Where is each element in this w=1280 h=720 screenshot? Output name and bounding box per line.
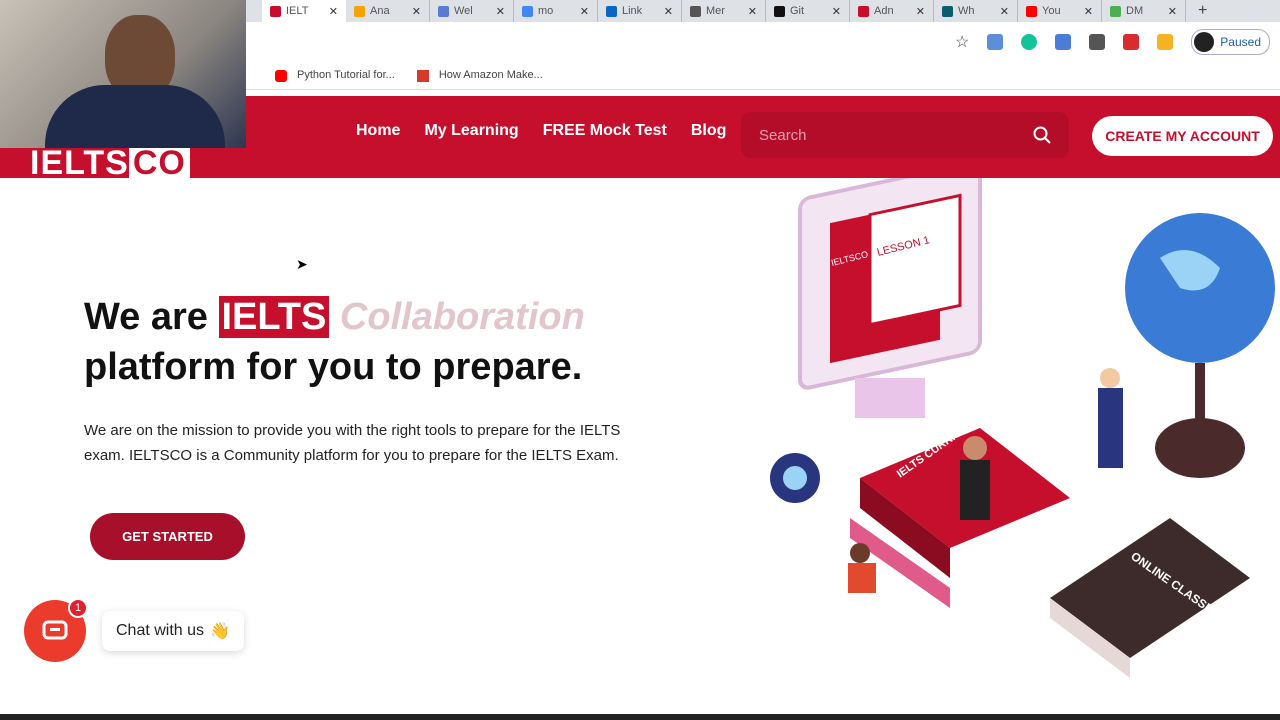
- grammarly-icon[interactable]: [1021, 34, 1038, 50]
- tab-label: IELT: [286, 5, 309, 17]
- tab-label: Link: [622, 5, 643, 17]
- bookmark-item[interactable]: Python Tutorial for...: [275, 69, 395, 82]
- tab-favicon-icon: [606, 5, 617, 17]
- browser-tab[interactable]: Link ✕: [598, 0, 682, 22]
- bell-icon[interactable]: [1157, 34, 1174, 50]
- bookmark-favicon-icon: [416, 69, 429, 82]
- hero-description: We are on the mission to provide you wit…: [84, 422, 621, 464]
- browser-tab[interactable]: Mer ✕: [682, 0, 766, 22]
- new-tab-button[interactable]: +: [1198, 2, 1207, 20]
- youtube-icon: [275, 69, 287, 82]
- get-started-button[interactable]: GET STARTED: [90, 513, 245, 560]
- bookmark-label: How Amazon Make...: [438, 69, 543, 82]
- chat-icon: [42, 620, 68, 640]
- tab-favicon-icon: [774, 5, 785, 17]
- heading-prefix: We are: [84, 296, 208, 338]
- close-tab-icon[interactable]: ✕: [496, 5, 505, 18]
- browser-tab[interactable]: Wh ✕: [934, 0, 1018, 22]
- mouse-cursor-icon: ➤: [296, 256, 308, 272]
- tab-favicon-icon: [270, 5, 281, 17]
- star-icon[interactable]: ☆: [955, 32, 969, 52]
- tab-label: Wh: [958, 5, 975, 17]
- close-tab-icon[interactable]: ✕: [748, 5, 757, 18]
- profile-status: Paused: [1220, 35, 1261, 49]
- chat-label[interactable]: Chat with us 👋: [102, 611, 244, 651]
- close-tab-icon[interactable]: ✕: [1000, 5, 1009, 18]
- bookmark-item[interactable]: How Amazon Make...: [416, 69, 543, 82]
- heading-line2: platform for you to prepare.: [84, 346, 583, 388]
- heading-typing-word: Collaboration: [339, 296, 585, 338]
- close-tab-icon[interactable]: ✕: [664, 5, 673, 18]
- browser-tab[interactable]: You ✕: [1018, 0, 1102, 22]
- create-account-button[interactable]: CREATE MY ACCOUNT: [1092, 116, 1273, 156]
- nav-home[interactable]: Home: [356, 122, 400, 140]
- tab-favicon-icon: [438, 5, 449, 17]
- wave-icon: 👋: [210, 623, 230, 640]
- browser-tab[interactable]: Git ✕: [766, 0, 850, 22]
- tab-label: Ana: [370, 5, 390, 17]
- tab-favicon-icon: [942, 5, 953, 17]
- taskbar-edge: [0, 714, 1280, 720]
- bookmark-label: Python Tutorial for...: [297, 69, 395, 82]
- heading-highlight: IELTS: [218, 296, 330, 338]
- tab-label: Mer: [706, 5, 725, 17]
- search-input[interactable]: [759, 126, 1019, 144]
- nav-blog[interactable]: Blog: [691, 122, 727, 140]
- tab-label: Git: [790, 5, 805, 17]
- close-tab-icon[interactable]: ✕: [580, 5, 589, 18]
- tab-favicon-icon: [354, 5, 365, 17]
- browser-tab[interactable]: mo ✕: [514, 0, 598, 22]
- search-box: [741, 112, 1069, 158]
- tab-label: mo: [538, 5, 554, 17]
- nav-my-learning[interactable]: My Learning: [424, 122, 518, 140]
- nav-free-mock-test[interactable]: FREE Mock Test: [543, 122, 667, 140]
- code-extension-icon[interactable]: [1055, 34, 1072, 50]
- browser-tab[interactable]: Ana ✕: [346, 0, 430, 22]
- tab-label: DM: [1126, 5, 1144, 17]
- close-tab-icon[interactable]: ✕: [1084, 5, 1093, 18]
- profile-button[interactable]: Paused: [1191, 29, 1270, 55]
- avatar: [1194, 32, 1215, 52]
- tab-label: Wel: [454, 5, 473, 17]
- tab-label: Adn: [874, 5, 894, 17]
- tab-favicon-icon: [858, 5, 869, 17]
- tab-favicon-icon: [1110, 5, 1121, 17]
- close-tab-icon[interactable]: ✕: [412, 5, 421, 18]
- close-tab-icon[interactable]: ✕: [1168, 5, 1177, 18]
- extension-icon[interactable]: [987, 34, 1004, 50]
- facebook-icon[interactable]: [1089, 34, 1106, 50]
- tab-label: You: [1042, 5, 1061, 17]
- tab-favicon-icon: [522, 5, 533, 17]
- browser-tab[interactable]: Wel ✕: [430, 0, 514, 22]
- search-icon[interactable]: [1033, 126, 1051, 144]
- hero-heading: We are IELTS Collaboration platform for …: [84, 292, 585, 392]
- tab-favicon-icon: [690, 5, 701, 17]
- tab-favicon-icon: [1026, 5, 1037, 17]
- webcam-overlay: [0, 0, 246, 148]
- extension-red-icon[interactable]: [1123, 34, 1140, 50]
- browser-tab[interactable]: IELT ✕: [262, 0, 346, 22]
- chat-label-text: Chat with us: [116, 622, 205, 639]
- site-logo[interactable]: IELTS CO: [30, 144, 190, 183]
- close-tab-icon[interactable]: ✕: [832, 5, 841, 18]
- main-nav: Home My Learning FREE Mock Test Blog: [356, 122, 726, 140]
- browser-tab[interactable]: Adn ✕: [850, 0, 934, 22]
- chat-notification-badge: 1: [68, 598, 88, 618]
- browser-tab[interactable]: DM ✕: [1102, 0, 1186, 22]
- close-tab-icon[interactable]: ✕: [329, 5, 338, 18]
- hero-illustration: LESSON 1 IELTSCO IELTS CURRICULUM ONLINE…: [770, 178, 1275, 678]
- close-tab-icon[interactable]: ✕: [916, 5, 925, 18]
